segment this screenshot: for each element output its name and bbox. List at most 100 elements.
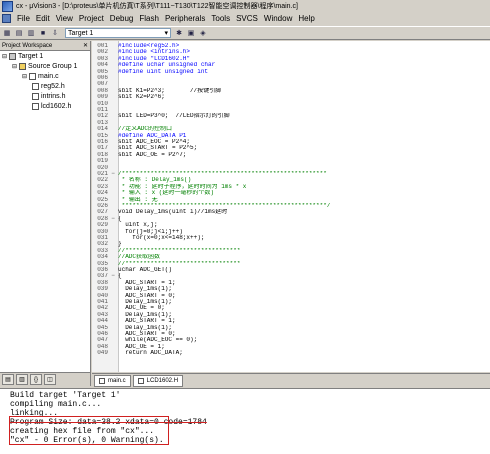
highlight-box bbox=[9, 416, 169, 445]
output-line: Build target 'Target 1' bbox=[10, 391, 121, 400]
menu-svcs[interactable]: SVCS bbox=[236, 14, 258, 23]
file-icon bbox=[29, 73, 37, 80]
code-text: for(x=0;x<=148;x++); bbox=[118, 235, 205, 241]
toolbar: ▦ ▤ ▥ ■ ⇩ Target 1 ▾ ✱ ▣ ◈ bbox=[0, 26, 490, 40]
code-text: uint x,j; bbox=[118, 222, 158, 229]
menu-window[interactable]: Window bbox=[264, 14, 292, 23]
code-text: { bbox=[118, 273, 122, 280]
code-text: //******************************** bbox=[118, 260, 241, 267]
title-bar: cx - μVision3 - [D:\proteus\单片机仿真\T系列\T1… bbox=[0, 0, 490, 12]
templates-tab-icon[interactable]: ◫ bbox=[44, 374, 56, 385]
tree-item-label: main.c bbox=[38, 73, 59, 80]
stop-build-icon[interactable]: ■ bbox=[38, 28, 48, 38]
compile-icon[interactable]: ▦ bbox=[2, 28, 12, 38]
file-icon bbox=[99, 377, 105, 384]
editor-tabs: main.c LCD1602.H bbox=[92, 373, 490, 387]
window-title: cx - μVision3 - [D:\proteus\单片机仿真\T系列\T1… bbox=[16, 3, 298, 10]
code-text: ****************************************… bbox=[118, 203, 331, 209]
tab-lcd1602[interactable]: LCD1602.H bbox=[132, 374, 184, 387]
code-text: /***************************************… bbox=[118, 171, 327, 177]
code-text: * 输出 : 无 bbox=[118, 196, 158, 203]
code-text: * 输入 : x (延时一毫秒的个数) bbox=[118, 190, 215, 197]
code-text: void Delay_1ms(uint i)//1ms延时 bbox=[118, 209, 228, 216]
code-text: return ADC_DATA; bbox=[118, 350, 183, 357]
tree-item-label: Target 1 bbox=[18, 53, 44, 60]
collapse-icon[interactable]: ⊟ bbox=[22, 73, 27, 80]
code-text: #define uchar unsigned char bbox=[118, 62, 216, 69]
target-select[interactable]: Target 1 ▾ bbox=[65, 28, 171, 38]
tree-item-intrins[interactable]: intrins.h bbox=[32, 93, 66, 100]
tree-item-target[interactable]: ⊟ Target 1 bbox=[2, 53, 43, 60]
code-line[interactable]: 049 return ADC_DATA; bbox=[92, 350, 488, 356]
code-text: ADC_START = 1; bbox=[118, 318, 176, 325]
collapse-icon[interactable]: ⊟ bbox=[2, 53, 7, 60]
file-icon bbox=[32, 93, 39, 100]
code-text: //定义ADC的控制口 bbox=[118, 126, 173, 133]
tab-label: main.c bbox=[108, 377, 126, 384]
tree-item-label: reg52.h bbox=[41, 83, 65, 90]
code-text: #include <intrins.h> bbox=[118, 49, 191, 56]
menu-bar: File Edit View Project Debug Flash Perip… bbox=[0, 12, 490, 25]
books-tab-icon[interactable]: ▥ bbox=[16, 374, 28, 385]
tree-item-reg52[interactable]: reg52.h bbox=[32, 83, 65, 90]
file-icon bbox=[32, 83, 39, 90]
document-icon bbox=[2, 14, 11, 23]
files-tab-icon[interactable]: ▤ bbox=[2, 374, 14, 385]
folder-icon bbox=[19, 63, 27, 70]
code-text: Delay_1ms(1); bbox=[118, 299, 173, 305]
menu-help[interactable]: Help bbox=[298, 14, 314, 23]
app-icon bbox=[2, 0, 13, 12]
workspace-tabs: ▤ ▥ {} ◫ bbox=[0, 372, 90, 386]
target-select-value: Target 1 bbox=[68, 29, 94, 37]
workspace-title: Project Workspace bbox=[2, 42, 53, 49]
code-text: { bbox=[118, 215, 122, 222]
menu-project[interactable]: Project bbox=[79, 14, 104, 23]
output-line: compiling main.c... bbox=[10, 400, 102, 409]
build-icon[interactable]: ▤ bbox=[14, 28, 24, 38]
menu-view[interactable]: View bbox=[56, 14, 73, 23]
tree-item-lcd1602[interactable]: lcd1602.h bbox=[32, 103, 71, 110]
code-text: while(ADC_EOC == 0); bbox=[118, 337, 198, 344]
file-icon bbox=[32, 103, 39, 110]
code-text: for(j=0;j<i;j++) bbox=[118, 228, 183, 235]
code-text: sbit ADC_START = P2^5; bbox=[118, 145, 198, 152]
download-icon[interactable]: ⇩ bbox=[50, 28, 60, 38]
close-icon[interactable]: ✕ bbox=[83, 42, 88, 49]
code-text: ADC_START = 0; bbox=[118, 292, 176, 299]
file-icon bbox=[137, 377, 144, 384]
tab-main-c[interactable]: main.c bbox=[94, 374, 131, 387]
menu-tools[interactable]: Tools bbox=[211, 14, 230, 23]
code-text: } bbox=[118, 241, 122, 248]
tree-item-label: lcd1602.h bbox=[41, 103, 72, 110]
functions-tab-icon[interactable]: {} bbox=[30, 374, 42, 385]
code-text: //******************************** bbox=[118, 247, 241, 254]
collapse-icon[interactable]: ⊟ bbox=[12, 63, 17, 70]
code-text: sbit K2=P2^6; bbox=[118, 94, 165, 101]
code-text: * 功能 : 延时子程序，延时时间为 1ms * x bbox=[118, 183, 247, 190]
tree-item-source-group[interactable]: ⊟ Source Group 1 bbox=[12, 63, 77, 70]
code-text: sbit K1=P2^3; //按键引脚 bbox=[118, 87, 222, 94]
rebuild-icon[interactable]: ▥ bbox=[26, 28, 36, 38]
tree-item-main-c[interactable]: ⊟ main.c bbox=[22, 73, 59, 80]
menu-file[interactable]: File bbox=[17, 14, 30, 23]
target-icon bbox=[9, 53, 17, 60]
code-text: Delay_1ms(1); bbox=[118, 311, 173, 318]
file-extensions-icon[interactable]: ▣ bbox=[186, 28, 196, 38]
tab-label: LCD1602.H bbox=[146, 377, 179, 384]
code-text: ADC_OE = 0; bbox=[118, 305, 165, 312]
line-number: 049 bbox=[97, 350, 108, 357]
menu-flash[interactable]: Flash bbox=[139, 14, 159, 23]
code-text: sbit ADC_OE = P2^7; bbox=[118, 151, 187, 158]
menu-edit[interactable]: Edit bbox=[36, 14, 50, 23]
code-text: uchar ADC_GET() bbox=[118, 267, 173, 273]
target-options-icon[interactable]: ✱ bbox=[174, 28, 184, 38]
code-text: ADC_START = 0; bbox=[118, 331, 176, 337]
code-text: ADC_START = 1; bbox=[118, 279, 176, 286]
project-workspace: Project Workspace ✕ ⊟ Target 1 ⊟ Source … bbox=[0, 41, 91, 386]
manage-components-icon[interactable]: ◈ bbox=[198, 28, 208, 38]
code-text: sbit LED=P3^0; //LED指示灯的引脚 bbox=[118, 113, 230, 120]
tree-item-label: Source Group 1 bbox=[28, 63, 78, 70]
menu-debug[interactable]: Debug bbox=[110, 14, 134, 23]
menu-peripherals[interactable]: Peripherals bbox=[165, 14, 205, 23]
code-text: * 名称 : Delay_1ms() bbox=[118, 177, 192, 184]
